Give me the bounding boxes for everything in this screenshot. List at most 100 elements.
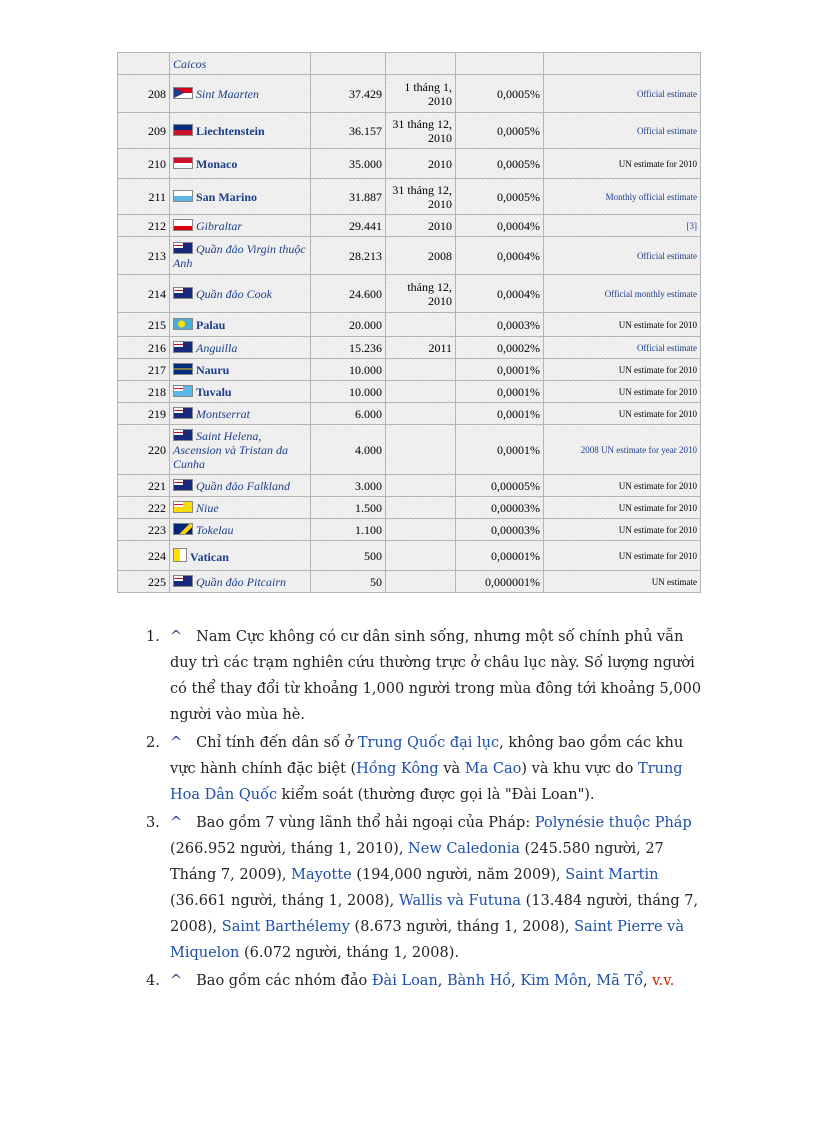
source-link[interactable]: Official estimate [637, 251, 697, 261]
territory-link[interactable]: San Marino [196, 190, 257, 204]
footnote-text: (8.673 người, tháng 1, 2008), [349, 919, 575, 935]
footnote-link[interactable]: Saint Barthélemy [222, 919, 350, 935]
percent-cell: 0,0001% [455, 358, 544, 381]
rank-cell [117, 52, 170, 75]
source-link[interactable]: 2008 UN estimate for year 2010 [581, 445, 697, 455]
territory-link[interactable]: Monaco [196, 157, 237, 171]
backlink-caret[interactable]: ^ [170, 973, 182, 989]
footnote-link[interactable]: Bành Hồ [447, 973, 511, 989]
source-cell: 2008 UN estimate for year 2010 [543, 424, 701, 475]
territory-cell: Quần đảo Virgin thuộc Anh [169, 236, 311, 275]
territory-link[interactable]: Caicos [173, 57, 206, 71]
backlink-caret[interactable]: ^ [170, 735, 182, 751]
territory-link[interactable]: Gibraltar [196, 219, 242, 233]
date-cell: 2010 [385, 214, 456, 237]
source-link[interactable]: Official estimate [637, 126, 697, 136]
footnote-link[interactable]: New Caledonia [408, 841, 520, 857]
date-cell [385, 312, 456, 337]
territory-link[interactable]: Sint Maarten [196, 87, 259, 101]
source-link[interactable]: Official monthly estimate [605, 289, 697, 299]
date-cell [385, 358, 456, 381]
rank-cell: 209 [117, 112, 170, 149]
flag-icon [173, 340, 193, 353]
source-cell [543, 52, 701, 75]
rank-cell: 208 [117, 74, 170, 113]
table-row: 221 Quần đảo Falkland 3.000 0,00005% UN esti… [117, 474, 701, 497]
source-text: UN estimate for 2010 [618, 408, 697, 419]
footnote-link[interactable]: Mã Tổ [596, 973, 643, 989]
source-text: UN estimate for 2010 [618, 480, 697, 491]
footnote-link[interactable]: Wallis và Futuna [399, 893, 521, 909]
territory-link[interactable]: Anguilla [196, 341, 237, 355]
territory-link[interactable]: Vatican [190, 550, 229, 564]
date-cell [385, 474, 456, 497]
table-row: 224 Vatican 500 0,00001% UN estimate for 201… [117, 540, 701, 571]
rank-cell: 220 [117, 424, 170, 475]
table-row: 215 Palau 20.000 0,0003% UN estimate for 201… [117, 312, 701, 337]
footnote-redlink[interactable]: v.v. [652, 973, 674, 989]
footnote-link[interactable]: Mayotte [291, 867, 352, 883]
percent-cell: 0,0005% [455, 112, 544, 149]
territory-link[interactable]: Nauru [196, 363, 229, 377]
backlink-caret[interactable]: ^ [170, 629, 182, 645]
table-row: 216 Anguilla 15.236 2011 0,0002% Official est… [117, 336, 701, 359]
territory-link[interactable]: Tuvalu [196, 385, 232, 399]
footnote-link[interactable]: Kim Môn [520, 973, 587, 989]
rank-cell: 218 [117, 380, 170, 403]
source-text: UN estimate for 2010 [618, 550, 697, 561]
date-cell [385, 570, 456, 593]
population-cell: 15.236 [310, 336, 386, 359]
percent-cell: 0,0003% [455, 312, 544, 337]
percent-cell: 0,00001% [455, 540, 544, 571]
territory-link[interactable]: Quần đảo Falkland [196, 479, 290, 493]
footnote-link[interactable]: Saint Martin [565, 867, 658, 883]
population-cell: 36.157 [310, 112, 386, 149]
territory-link[interactable]: Quần đảo Pitcairn [196, 575, 286, 589]
date-cell: 2008 [385, 236, 456, 275]
source-cell: UN estimate for 2010 [543, 312, 701, 337]
source-link[interactable]: Official estimate [637, 343, 697, 353]
footnote-link[interactable]: Polynésie thuộc Pháp [535, 815, 692, 831]
footnote-text: (36.661 người, tháng 1, 2008), [170, 893, 399, 909]
territory-link[interactable]: Tokelau [196, 523, 234, 537]
footnote-link[interactable]: Hồng Kông [356, 761, 439, 777]
population-cell: 1.500 [310, 496, 386, 519]
footnote-link[interactable]: Trung Quốc đại lục [358, 735, 499, 751]
territory-link[interactable]: Liechtenstein [196, 124, 265, 138]
territory-cell: Sint Maarten [169, 74, 311, 113]
percent-cell: 0,0001% [455, 402, 544, 425]
backlink-caret[interactable]: ^ [170, 815, 182, 831]
rank-cell: 210 [117, 148, 170, 179]
territory-link[interactable]: Quần đảo Cook [196, 287, 272, 301]
population-cell: 37.429 [310, 74, 386, 113]
date-cell [385, 540, 456, 571]
source-cell: Official estimate [543, 236, 701, 275]
territory-cell: Anguilla [169, 336, 311, 359]
source-link[interactable]: [3] [687, 221, 698, 231]
territory-link[interactable]: Montserrat [196, 407, 250, 421]
table-row: Caicos [117, 52, 701, 75]
source-cell: UN estimate for 2010 [543, 358, 701, 381]
rank-cell: 211 [117, 178, 170, 215]
flag-icon [173, 384, 193, 397]
percent-cell: 0,0005% [455, 74, 544, 113]
percent-cell: 0,00003% [455, 496, 544, 519]
rank-cell: 222 [117, 496, 170, 519]
territory-cell: San Marino [169, 178, 311, 215]
territory-link[interactable]: Niue [196, 501, 219, 515]
footnotes-list: 1. ^ Nam Cực không có cư dân sinh sống, nh… [146, 624, 706, 996]
date-cell: 31 tháng 12, 2010 [385, 178, 456, 215]
table-row: 209 Liechtenstein 36.157 31 tháng 12, 2010 0… [117, 112, 701, 149]
source-cell: UN estimate for 2010 [543, 518, 701, 541]
percent-cell: 0,000001% [455, 570, 544, 593]
source-cell: Official monthly estimate [543, 274, 701, 313]
footnote-link[interactable]: Ma Cao [465, 761, 522, 777]
footnote-link[interactable]: Đài Loan [372, 973, 438, 989]
population-cell: 31.887 [310, 178, 386, 215]
source-link[interactable]: Official estimate [637, 89, 697, 99]
source-link[interactable]: Monthly official estimate [606, 192, 697, 202]
territory-cell: Quần đảo Pitcairn [169, 570, 311, 593]
source-text: UN estimate for 2010 [618, 319, 697, 330]
document-page: Caicos 208 Sint Maarten 37.429 1 tháng 1, 20… [0, 0, 816, 1123]
territory-link[interactable]: Palau [196, 318, 225, 332]
